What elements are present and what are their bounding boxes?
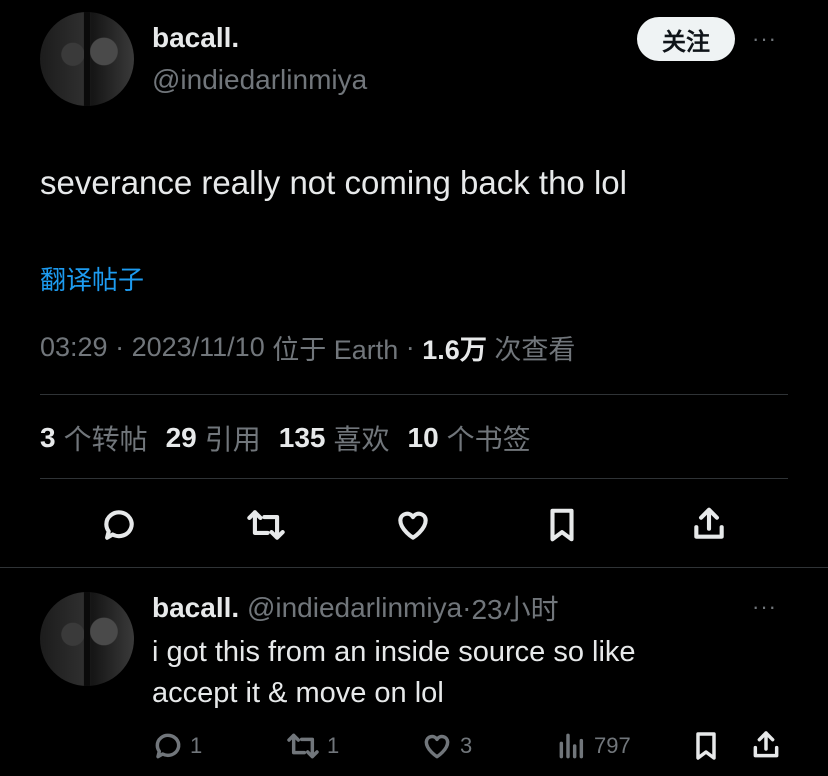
stat-label: 引用 [204, 424, 261, 455]
stat-count: 10 [407, 422, 439, 453]
reply-icon [152, 730, 184, 762]
stat-label: 喜欢 [333, 424, 390, 455]
like-count: 3 [460, 733, 473, 758]
divider [40, 478, 788, 479]
follow-button[interactable]: 关注 [637, 17, 735, 61]
translate-link[interactable]: 翻译帖子 [40, 260, 144, 297]
retweet-icon[interactable] [245, 506, 287, 549]
retweet-count: 1 [327, 733, 340, 758]
retweet-icon [285, 730, 321, 762]
author-name[interactable]: bacall. [152, 22, 239, 54]
reply-text-line: accept it & move on lol [152, 677, 444, 709]
reply-like-action[interactable]: 3 [420, 730, 472, 762]
like-icon [420, 730, 454, 762]
reply-author-avatar[interactable] [40, 592, 134, 686]
views-icon [556, 730, 588, 762]
reply-text: i got this from an inside source so like… [152, 632, 636, 714]
reply-author-handle[interactable]: @indiedarlinmiya [247, 592, 462, 624]
reply-bookmark-icon[interactable] [690, 729, 722, 768]
reply-more-options-icon[interactable]: ··· [752, 594, 777, 620]
stat-label: 个书签 [446, 424, 531, 455]
meta-separator: · [107, 332, 132, 362]
views-count: 797 [594, 733, 631, 758]
header-separator: · [462, 592, 472, 623]
stat-count: 29 [165, 422, 197, 453]
stat-quotes[interactable]: 29 引用 [166, 418, 261, 458]
tweet-location: 位于 Earth [272, 335, 399, 365]
reply-text-line: i got this from an inside source so like [152, 636, 636, 668]
stat-likes[interactable]: 135 喜欢 [279, 418, 390, 458]
meta-space [265, 332, 273, 363]
author-handle[interactable]: @indiedarlinmiya [152, 64, 367, 96]
reply-icon[interactable] [100, 506, 138, 549]
tweet-meta: 03:29 · 2023/11/10 位于 Earth · 1.6万 次查看 [40, 328, 575, 367]
tweet-time[interactable]: 03:29 [40, 332, 108, 363]
meta-separator: · [398, 332, 423, 362]
like-icon[interactable] [393, 506, 433, 549]
divider [40, 394, 788, 395]
share-icon[interactable] [690, 504, 728, 549]
reply-views-action[interactable]: 797 [556, 730, 631, 762]
stat-bookmarks[interactable]: 10 个书签 [408, 418, 531, 458]
stat-count: 135 [278, 422, 326, 453]
reply-share-icon[interactable] [750, 728, 782, 767]
bookmark-icon[interactable] [543, 505, 581, 550]
reply-retweet-action[interactable]: 1 [285, 730, 339, 762]
stat-retweets[interactable]: 3 个转帖 [40, 418, 148, 458]
reply-count: 1 [190, 733, 203, 758]
meta-space [487, 332, 495, 363]
view-count-label: 次查看 [494, 335, 576, 365]
reply-header: bacall. @indiedarlinmiya · 23小时 [152, 588, 559, 628]
stat-label: 个转帖 [63, 424, 148, 455]
reply-author-name[interactable]: bacall. [152, 592, 239, 624]
divider [0, 567, 828, 568]
tweet-text: severance really not coming back tho lol [40, 164, 627, 201]
stat-count: 3 [40, 422, 56, 453]
author-avatar[interactable] [40, 12, 134, 106]
tweet-stats: 3 个转帖 29 引用 135 喜欢 10 个书签 [40, 418, 531, 458]
reply-time[interactable]: 23小时 [471, 588, 558, 628]
header-space [239, 592, 247, 624]
tweet-date[interactable]: 2023/11/10 [132, 332, 265, 363]
more-options-icon[interactable]: ··· [752, 26, 777, 52]
view-count: 1.6万 [422, 335, 487, 365]
reply-reply-action[interactable]: 1 [152, 730, 202, 762]
